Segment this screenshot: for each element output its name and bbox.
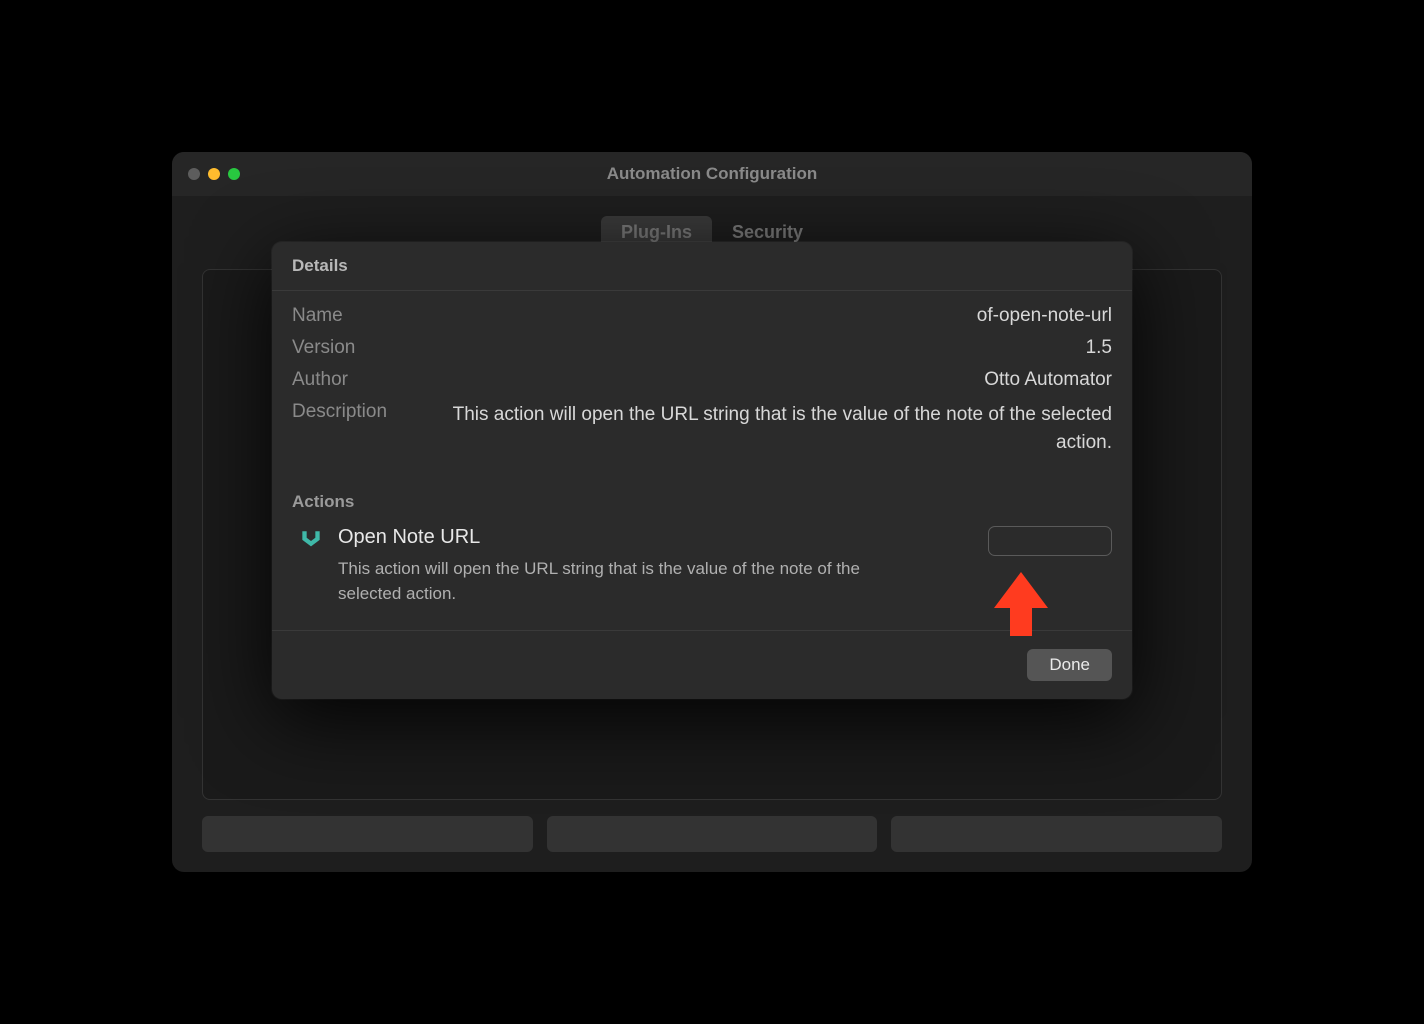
detail-row-author: Author Otto Automator [292, 369, 1112, 391]
detail-label-description: Description [292, 401, 432, 423]
sheet-footer: Done [272, 630, 1132, 699]
detail-value-name: of-open-note-url [452, 305, 1112, 327]
done-button[interactable]: Done [1027, 649, 1112, 681]
maximize-window-button[interactable] [228, 168, 240, 180]
titlebar: Automation Configuration [172, 152, 1252, 196]
detail-label-author: Author [292, 369, 432, 391]
details-section: Name of-open-note-url Version 1.5 Author… [272, 291, 1132, 486]
actions-section-title: Actions [292, 492, 1112, 512]
traffic-lights [188, 168, 240, 180]
detail-row-description: Description This action will open the UR… [292, 401, 1112, 456]
action-item: Open Note URL This action will open the … [292, 526, 1112, 606]
sheet-header: Details [272, 242, 1132, 291]
action-shortcut-field[interactable] [988, 526, 1112, 556]
add-linked-folder-button[interactable] [202, 816, 533, 852]
footer-buttons [202, 816, 1222, 852]
plugin-icon [298, 528, 324, 554]
detail-value-version: 1.5 [452, 337, 1112, 359]
actions-section: Actions Open Note URL This action will o… [272, 486, 1132, 630]
main-window: Automation Configuration Plug-Ins Securi… [172, 152, 1252, 872]
action-body: Open Note URL This action will open the … [338, 526, 974, 606]
action-name: Open Note URL [338, 526, 974, 549]
detail-row-name: Name of-open-note-url [292, 305, 1112, 327]
minimize-window-button[interactable] [208, 168, 220, 180]
action-description: This action will open the URL string tha… [338, 557, 898, 606]
sheet-title: Details [292, 256, 1112, 276]
detail-label-name: Name [292, 305, 432, 327]
detail-value-author: Otto Automator [452, 369, 1112, 391]
window-title: Automation Configuration [188, 164, 1236, 184]
detail-label-version: Version [292, 337, 432, 359]
reveal-in-finder-button[interactable] [891, 816, 1222, 852]
details-sheet: Details Name of-open-note-url Version 1.… [272, 242, 1132, 699]
detail-value-description: This action will open the URL string tha… [452, 401, 1112, 456]
detail-row-version: Version 1.5 [292, 337, 1112, 359]
close-window-button[interactable] [188, 168, 200, 180]
middle-button[interactable] [547, 816, 878, 852]
